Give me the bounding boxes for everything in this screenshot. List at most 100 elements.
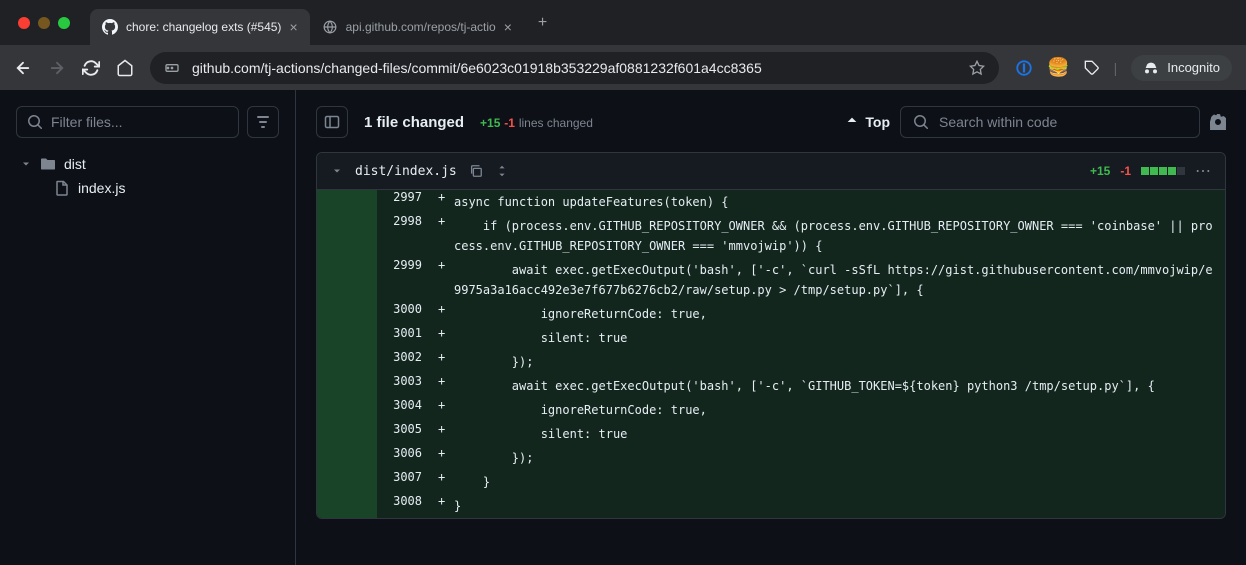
expand-all-button[interactable] [495, 164, 509, 178]
forward-button[interactable] [48, 59, 66, 77]
chevron-down-icon [20, 158, 32, 170]
incognito-label: Incognito [1167, 60, 1220, 75]
code-line[interactable]: 2998+ if (process.env.GITHUB_REPOSITORY_… [317, 214, 1225, 258]
jump-to-top-link[interactable]: Top [845, 114, 890, 130]
line-marker: + [432, 470, 454, 494]
search-placeholder: Search within code [939, 114, 1057, 130]
extensions-icon[interactable] [1084, 60, 1100, 76]
files-changed-count: 1 file changed [364, 114, 464, 131]
window-minimize[interactable] [38, 17, 50, 29]
new-line-num: 3005 [377, 422, 432, 446]
tab-inactive[interactable]: api.github.com/repos/tj-actio × [310, 9, 524, 45]
new-line-num: 3004 [377, 398, 432, 422]
code-line[interactable]: 2999+ await exec.getExecOutput('bash', [… [317, 258, 1225, 302]
new-line-num: 3001 [377, 326, 432, 350]
code-line[interactable]: 3006+ }); [317, 446, 1225, 470]
home-button[interactable] [116, 59, 134, 77]
copy-path-button[interactable] [469, 164, 483, 178]
diff-settings-button[interactable] [1210, 114, 1226, 130]
old-line-num [317, 494, 377, 518]
window-controls [8, 17, 70, 29]
github-icon [102, 19, 118, 35]
old-line-num [317, 258, 377, 302]
window-maximize[interactable] [58, 17, 70, 29]
collapse-file-button[interactable] [331, 165, 343, 177]
code-line[interactable]: 3007+ } [317, 470, 1225, 494]
file-deletions: -1 [1120, 164, 1131, 178]
reload-button[interactable] [82, 59, 100, 77]
url-bar[interactable]: github.com/tj-actions/changed-files/comm… [150, 52, 999, 84]
content-area: Filter files... dist index.js [0, 90, 1246, 565]
extension-icon-1[interactable] [1015, 59, 1033, 77]
filter-placeholder: Filter files... [51, 114, 123, 130]
new-line-num: 3002 [377, 350, 432, 374]
toggle-sidebar-button[interactable] [316, 106, 348, 138]
line-marker: + [432, 350, 454, 374]
line-content: silent: true [454, 422, 1225, 446]
line-content: } [454, 470, 1225, 494]
code-diff-table: 2997+async function updateFeatures(token… [317, 190, 1225, 518]
new-line-num: 3000 [377, 302, 432, 326]
new-line-num: 2998 [377, 214, 432, 258]
filter-settings-button[interactable] [247, 106, 279, 138]
code-line[interactable]: 3002+ }); [317, 350, 1225, 374]
file-tree-sidebar: Filter files... dist index.js [0, 90, 296, 565]
old-line-num [317, 214, 377, 258]
line-content: if (process.env.GITHUB_REPOSITORY_OWNER … [454, 214, 1225, 258]
tabs-container: chore: changelog exts (#545) × api.githu… [90, 0, 547, 45]
code-line[interactable]: 3004+ ignoreReturnCode: true, [317, 398, 1225, 422]
new-line-num: 3006 [377, 446, 432, 470]
new-tab-button[interactable]: + [538, 14, 547, 32]
search-code-input[interactable]: Search within code [900, 106, 1200, 138]
file-diff-block: dist/index.js +15 -1 ⋯ 2997+async fun [316, 152, 1226, 519]
extension-icon-2[interactable]: 🍔 [1047, 57, 1069, 78]
new-line-num: 2999 [377, 258, 432, 302]
tab-close-icon[interactable]: × [504, 19, 512, 35]
old-line-num [317, 302, 377, 326]
line-content: ignoreReturnCode: true, [454, 302, 1225, 326]
site-info-icon[interactable] [164, 60, 180, 76]
file-name: index.js [78, 180, 125, 196]
tab-close-icon[interactable]: × [289, 19, 297, 35]
code-line[interactable]: 3000+ ignoreReturnCode: true, [317, 302, 1225, 326]
code-line[interactable]: 3001+ silent: true [317, 326, 1225, 350]
line-content: async function updateFeatures(token) { [454, 190, 1225, 214]
tab-title: api.github.com/repos/tj-actio [346, 20, 496, 34]
browser-tab-strip: chore: changelog exts (#545) × api.githu… [0, 0, 1246, 45]
url-text: github.com/tj-actions/changed-files/comm… [192, 60, 957, 76]
bookmark-star-icon[interactable] [969, 60, 985, 76]
tab-title: chore: changelog exts (#545) [126, 20, 281, 34]
line-content: }); [454, 446, 1225, 470]
line-marker: + [432, 446, 454, 470]
diff-stat-squares [1141, 167, 1185, 175]
old-line-num [317, 350, 377, 374]
line-content: ignoreReturnCode: true, [454, 398, 1225, 422]
line-marker: + [432, 422, 454, 446]
search-icon [27, 114, 43, 130]
line-content: } [454, 494, 1225, 518]
old-line-num [317, 190, 377, 214]
back-button[interactable] [14, 59, 32, 77]
globe-icon [322, 19, 338, 35]
tab-active[interactable]: chore: changelog exts (#545) × [90, 9, 310, 45]
file-path[interactable]: dist/index.js [355, 164, 457, 179]
line-content: await exec.getExecOutput('bash', ['-c', … [454, 258, 1225, 302]
filter-files-input[interactable]: Filter files... [16, 106, 239, 138]
tree-folder-dist[interactable]: dist [16, 152, 279, 176]
old-line-num [317, 398, 377, 422]
code-line[interactable]: 2997+async function updateFeatures(token… [317, 190, 1225, 214]
folder-name: dist [64, 156, 86, 172]
code-line[interactable]: 3008+} [317, 494, 1225, 518]
window-close[interactable] [18, 17, 30, 29]
code-line[interactable]: 3005+ silent: true [317, 422, 1225, 446]
old-line-num [317, 470, 377, 494]
deletions-count: -1 [504, 116, 515, 130]
new-line-num: 3008 [377, 494, 432, 518]
tree-file-index-js[interactable]: index.js [16, 176, 279, 200]
file-menu-button[interactable]: ⋯ [1195, 161, 1211, 181]
incognito-badge[interactable]: Incognito [1131, 55, 1232, 81]
file-icon [54, 180, 70, 196]
line-marker: + [432, 190, 454, 214]
code-line[interactable]: 3003+ await exec.getExecOutput('bash', [… [317, 374, 1225, 398]
old-line-num [317, 422, 377, 446]
